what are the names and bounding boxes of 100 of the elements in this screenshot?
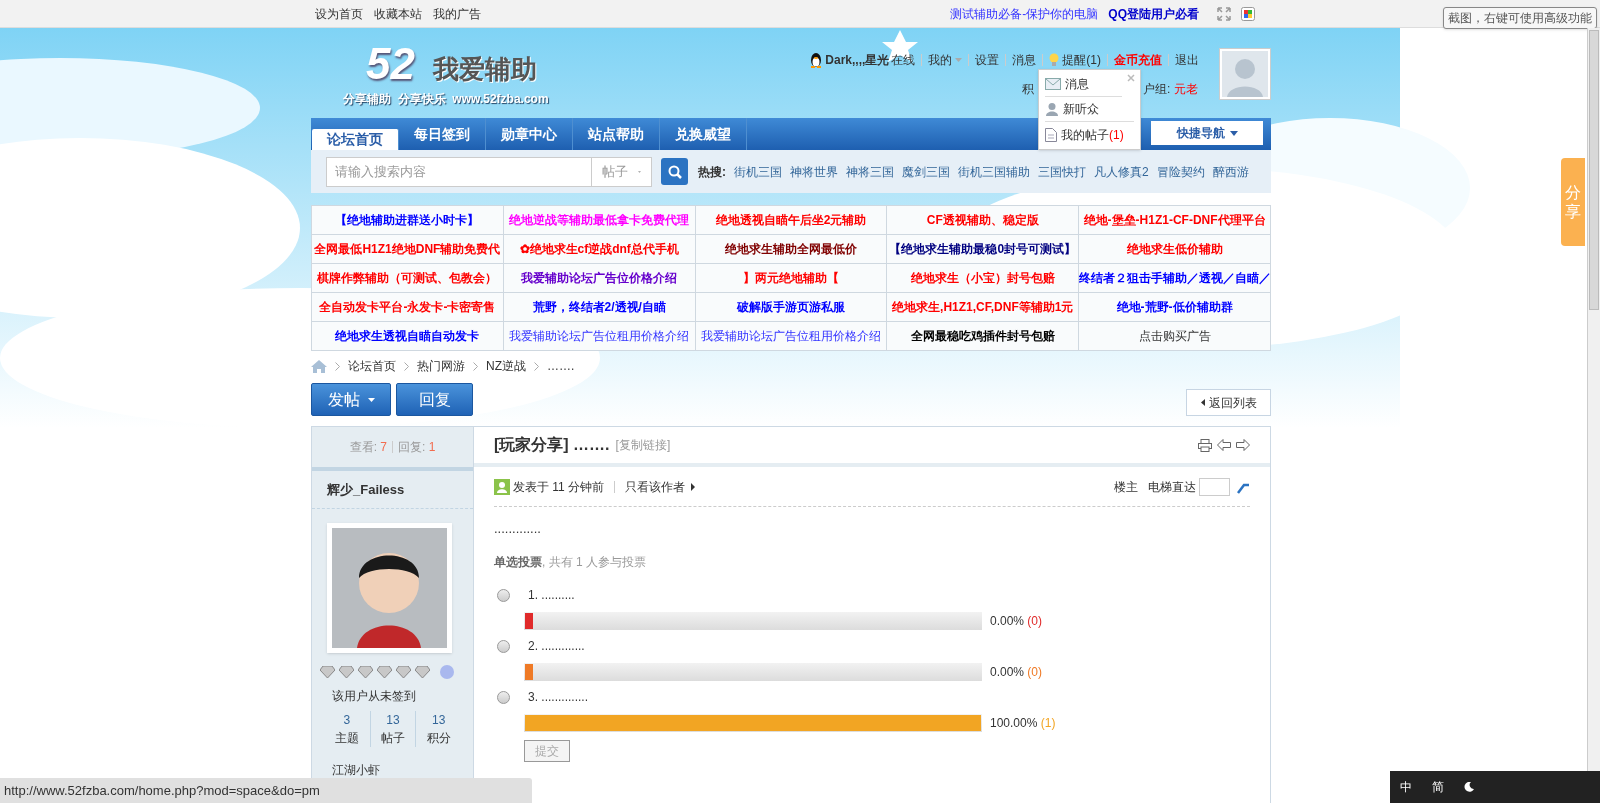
reply-button[interactable]: 回复 (396, 383, 473, 416)
envelope-icon (1045, 78, 1061, 90)
search-button[interactable] (661, 158, 688, 185)
ad-link[interactable]: 全网最稳吃鸡插件封号包赔 (887, 322, 1080, 351)
hot-search-link[interactable]: 凡人修真2 (1094, 162, 1149, 181)
online-status: 在线 (891, 52, 916, 69)
ad-link[interactable]: 【绝地求生辅助最稳0封号可测试】 (887, 235, 1080, 264)
ad-link[interactable]: 我爱辅助论坛广告位租用价格介绍 (695, 322, 888, 351)
ad-link[interactable]: 【绝地辅助进群送小时卡】 (312, 206, 504, 235)
ad-link[interactable]: 绝地求生透视自瞄自动发卡 (312, 322, 504, 351)
breadcrumb-link[interactable]: 热门网游 (417, 357, 465, 375)
ad-link[interactable]: 荒野，终结者2/透视/自瞄 (503, 293, 696, 322)
caret-icon (955, 58, 963, 62)
previous-icon[interactable] (1217, 438, 1231, 451)
search-field[interactable]: 请输入搜索内容 (326, 156, 592, 187)
nav-tab[interactable]: 论坛首页 (312, 129, 399, 150)
ad-link[interactable]: 终结者２狙击手辅助／透视／自瞄／ (1079, 264, 1271, 293)
logo-number: 52 (366, 42, 415, 86)
breadcrumb-link[interactable]: NZ逆战 (486, 357, 526, 375)
hot-search-link[interactable]: 街机三国辅助 (958, 162, 1030, 181)
poll-option: 2. ............. (528, 637, 585, 655)
quick-nav-button[interactable]: 快捷导航 (1151, 121, 1263, 145)
hot-search-link[interactable]: 冒险契约 (1156, 162, 1205, 181)
ad-link[interactable]: 绝地求生,H1Z1,CF,DNF等辅助1元 (887, 293, 1080, 322)
ad-link[interactable]: 全自动发卡平台-永发卡-卡密寄售 (312, 293, 504, 322)
ad-link[interactable]: 绝地-堡垒-H1Z1-CF-DNF代理平台 (1079, 206, 1271, 235)
user-menu-link[interactable]: 我的 (928, 51, 953, 69)
chevron-icon (404, 361, 409, 371)
ad-link[interactable]: 绝地透视自瞄午后坐2元辅助 (695, 206, 888, 235)
popup-item[interactable]: 消息 (1045, 72, 1122, 97)
top-link[interactable]: 我的广告 (433, 4, 481, 23)
hot-search-link[interactable]: 神将三国 (846, 162, 894, 181)
ad-link[interactable]: 】两元绝地辅助【 (695, 264, 888, 293)
avatar[interactable] (327, 523, 452, 653)
top-link[interactable]: QQ登陆用户必看 (1108, 4, 1199, 23)
ad-link[interactable]: 绝地-荒野-低价辅助群 (1079, 293, 1271, 322)
floor-input[interactable] (1199, 477, 1230, 496)
ad-link[interactable]: 全网最低H1Z1绝地DNF辅助免费代 (312, 235, 504, 264)
hot-search-label: 热搜: (698, 163, 726, 181)
next-icon[interactable] (1236, 438, 1250, 451)
stat-value[interactable]: 13 (432, 711, 446, 729)
stat-label: 主题 (334, 730, 359, 747)
ad-link[interactable]: 我爱辅助论坛广告位租用价格介绍 (503, 322, 696, 351)
poll-option: 3. .............. (528, 688, 589, 706)
jump-label: 电梯直达 (1148, 478, 1196, 496)
ad-link[interactable]: 绝地求生辅助全网最低价 (695, 235, 888, 264)
person-icon (1045, 102, 1059, 116)
ime-toggle[interactable]: 中 (1400, 778, 1412, 796)
ad-link[interactable]: ✿绝地求生cf逆战dnf总代手机 (503, 235, 696, 264)
username-link[interactable]: Dark,,,,星光 (825, 51, 890, 69)
ad-link[interactable]: CF透视辅助、稳定版 (887, 206, 1080, 235)
chevron-icon (534, 361, 539, 371)
radio-button[interactable] (497, 588, 510, 602)
new-post-button[interactable]: 发帖 (311, 383, 391, 416)
user-menu-link[interactable]: 消息 (1012, 51, 1037, 69)
breadcrumb-link[interactable]: 论坛首页 (348, 357, 396, 375)
diamond-icon (320, 666, 335, 678)
ad-link[interactable]: 棋牌作弊辅助（可测试、包教会） (312, 264, 504, 293)
penguin-icon (809, 52, 824, 68)
ime-toggle[interactable]: 简 (1432, 778, 1444, 796)
user-menu-link[interactable]: 设置 (975, 51, 1000, 69)
back-to-list-button[interactable]: 返回列表 (1186, 389, 1271, 416)
caret-icon (1229, 130, 1238, 136)
ad-link[interactable]: 破解版手游页游私服 (695, 293, 888, 322)
ad-link[interactable]: 绝地求生低价辅助 (1079, 235, 1271, 264)
logo-name: 我爱辅助 (432, 56, 537, 82)
stat-value[interactable]: 13 (386, 711, 400, 729)
hot-search-link[interactable]: 魔剑三国 (902, 162, 950, 181)
user-menu-link[interactable]: 提醒(1) (1062, 51, 1101, 69)
hot-search-link[interactable]: 醉西游 (1212, 162, 1249, 181)
vote-percent: 0.00% (0) (990, 663, 1043, 681)
tooltip: 截图，右键可使用高级功能 (1443, 7, 1597, 29)
moon-icon[interactable] (1464, 782, 1474, 792)
logo-slogan: 分享辅助 分享快乐 www.52fzba.com (343, 91, 549, 108)
author-name[interactable]: 辉少_Failess (327, 479, 405, 500)
chevron-icon (473, 361, 478, 371)
fullscreen-icon[interactable] (1217, 6, 1231, 21)
vote-percent: 100.00% (1) (990, 714, 1056, 732)
hot-search-link[interactable]: 三国快打 (1038, 162, 1086, 181)
diamond-icon (358, 666, 373, 678)
vote-percent: 0.00% (0) (990, 612, 1043, 630)
top-link[interactable]: 测试辅助必备-保护你的电脑 (950, 4, 1099, 23)
breadcrumb-link[interactable]: ……. (547, 357, 575, 375)
popup-item[interactable]: 新听众 (1045, 97, 1134, 122)
hot-search-link[interactable]: 街机三国 (734, 162, 782, 181)
ad-link[interactable]: 绝地求生（小宝）封号包赔 (887, 264, 1080, 293)
ad-link[interactable]: 我爱辅助论坛广告位价格介绍 (503, 264, 696, 293)
only-author-link[interactable]: 只看该作者 (625, 477, 686, 496)
hot-search-link[interactable]: 神将世界 (790, 162, 838, 181)
right-triangle-icon (691, 482, 696, 491)
palette-icon[interactable] (1241, 6, 1255, 21)
stat-value[interactable]: 3 (343, 711, 351, 729)
user-menu-link[interactable]: 退出 (1175, 51, 1199, 69)
popup-item[interactable]: 我的帖子(1) (1045, 122, 1134, 147)
ad-link[interactable]: 点击购买广告 (1079, 322, 1271, 351)
top-link[interactable]: 设为首页 (315, 4, 363, 23)
top-link[interactable]: 收藏本站 (374, 4, 422, 23)
radio-button[interactable] (497, 690, 510, 704)
print-icon[interactable] (1198, 438, 1212, 452)
radio-button[interactable] (497, 639, 510, 653)
